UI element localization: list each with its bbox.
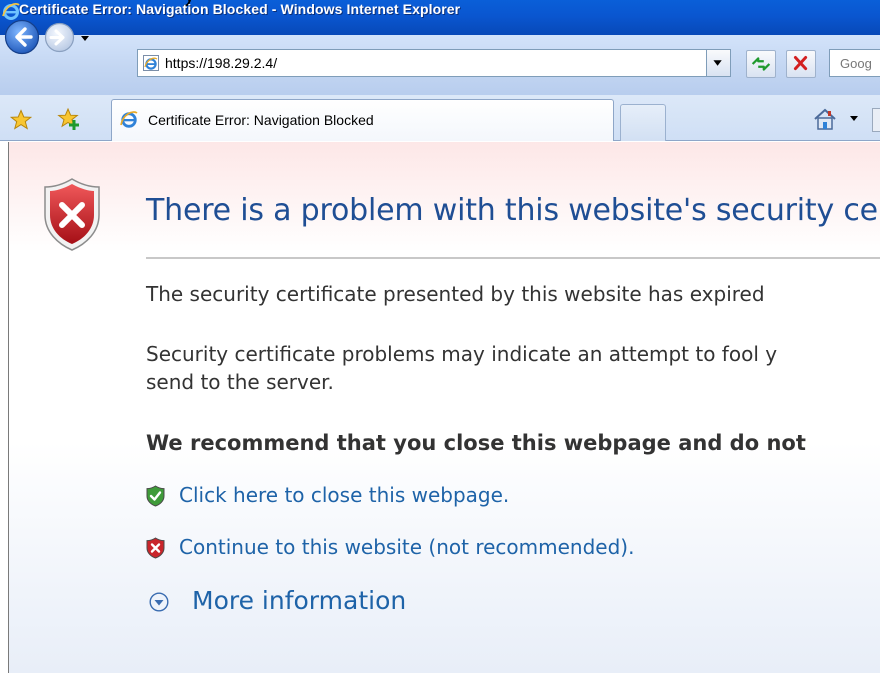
paragraph-expired: The security certificate presented by th… (146, 282, 765, 306)
search-box[interactable] (829, 49, 880, 77)
recommendation-text: We recommend that you close this webpage… (146, 431, 806, 455)
recent-pages-dropdown[interactable] (78, 31, 92, 45)
chevron-down-icon (81, 36, 89, 41)
toolbar-overflow-edge (872, 108, 880, 132)
page-content: There is a problem with this website's s… (8, 142, 880, 673)
page-title: There is a problem with this website's s… (146, 193, 878, 228)
continue-website-link-text[interactable]: Continue to this website (not recommende… (179, 535, 634, 559)
refresh-icon (751, 57, 771, 71)
more-information-toggle[interactable]: More information (149, 586, 449, 618)
window-titlebar: y Certificate Error: Navigation Blocked … (0, 0, 880, 35)
address-bar[interactable]: https://198.29.2.4/ (137, 49, 709, 77)
home-icon[interactable] (812, 107, 838, 131)
expand-circle-icon (149, 592, 169, 612)
stop-button[interactable] (786, 50, 816, 78)
add-favorite-icon[interactable] (57, 107, 81, 131)
tab-certificate-error[interactable]: Certificate Error: Navigation Blocked (111, 99, 614, 141)
address-url[interactable]: https://198.29.2.4/ (165, 55, 277, 71)
paragraph-warning-line1: Security certificate problems may indica… (146, 342, 778, 366)
close-webpage-link-text[interactable]: Click here to close this webpage. (179, 483, 509, 507)
close-icon (793, 56, 808, 71)
paragraph-warning-line2: send to the server. (146, 370, 334, 394)
error-shield-icon (44, 178, 100, 251)
chevron-down-icon[interactable] (848, 114, 860, 124)
green-shield-icon (146, 485, 165, 507)
paragraph-warning: Security certificate problems may indica… (146, 340, 777, 396)
favorites-star-icon[interactable] (10, 109, 32, 131)
tab-label: Certificate Error: Navigation Blocked (148, 112, 374, 128)
ie-page-icon (143, 55, 159, 71)
new-tab-button[interactable] (620, 104, 666, 141)
address-dropdown-button[interactable] (706, 49, 731, 77)
continue-website-link[interactable]: Continue to this website (not recommende… (146, 535, 746, 563)
close-webpage-link[interactable]: Click here to close this webpage. (146, 483, 586, 511)
back-button[interactable] (4, 19, 40, 55)
chevron-down-icon (713, 60, 722, 66)
title-divider (146, 257, 880, 259)
ie-icon (120, 111, 138, 128)
more-information-text[interactable]: More information (192, 586, 406, 615)
ie-logo-icon (2, 3, 20, 20)
search-input[interactable] (830, 50, 880, 76)
red-shield-icon (146, 537, 165, 559)
window-title: Certificate Error: Navigation Blocked - … (19, 1, 461, 17)
refresh-button[interactable] (746, 50, 776, 78)
forward-button[interactable] (44, 22, 75, 53)
